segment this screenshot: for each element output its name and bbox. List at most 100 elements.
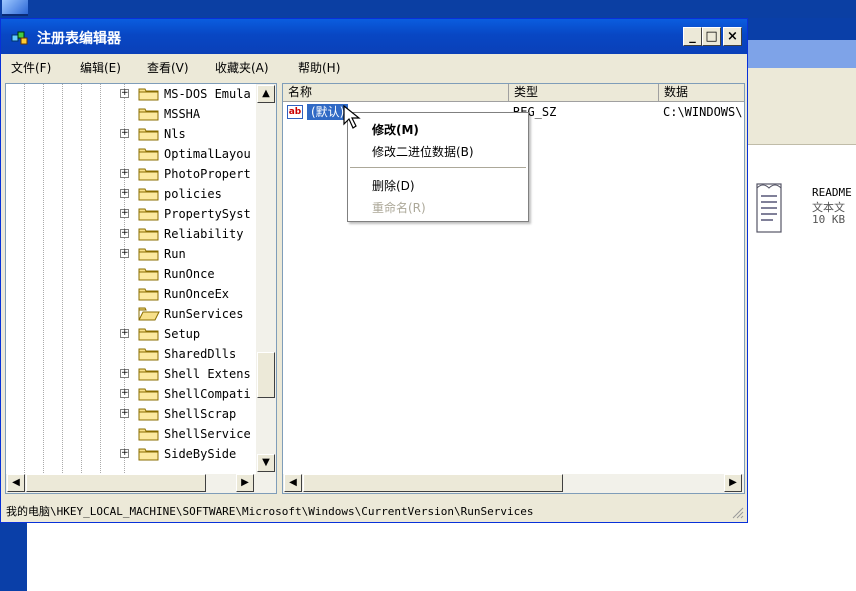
folder-icon [138, 208, 159, 221]
context-menu-delete[interactable]: 删除(D) [372, 177, 415, 194]
tree-item[interactable]: + policies [6, 184, 256, 204]
menu-help[interactable]: 帮助(H) [298, 59, 340, 76]
mouse-cursor-icon [343, 105, 361, 129]
tree-item[interactable]: RunOnce [6, 264, 256, 284]
registry-editor-window: 注册表编辑器 _ □ × 文件(F) 编辑(E) 查看(V) 收藏夹(A) 帮助… [0, 18, 748, 523]
tree-item-label: Setup [164, 327, 201, 341]
tree-vertical-scrollbar[interactable]: ▲ ▼ [256, 84, 276, 474]
expand-icon[interactable]: + [120, 389, 129, 398]
desktop-icon[interactable] [2, 0, 28, 16]
column-header-type[interactable]: 类型 [509, 84, 659, 102]
folder-icon [138, 188, 159, 201]
expand-icon[interactable]: + [120, 249, 129, 258]
close-button[interactable]: × [723, 27, 742, 46]
context-menu-modify-binary[interactable]: 修改二进位数据(B) [372, 143, 474, 160]
folder-icon [138, 448, 159, 461]
open-folder-icon [138, 307, 160, 321]
folder-icon [138, 288, 159, 301]
tree-horizontal-scrollbar[interactable]: ◀ ▶ [6, 474, 276, 493]
tree-item-label: Nls [164, 127, 186, 141]
tree-item[interactable]: + Shell Extens [6, 364, 256, 384]
expand-icon[interactable]: + [120, 369, 129, 378]
background-file-size: 10 KB [812, 213, 846, 226]
menu-favorites[interactable]: 收藏夹(A) [215, 59, 269, 76]
scroll-thumb[interactable] [26, 474, 206, 492]
column-header-name[interactable]: 名称 [283, 84, 509, 102]
scroll-right-button[interactable]: ▶ [236, 474, 254, 492]
expand-icon[interactable]: + [120, 449, 129, 458]
tree-item-label: ShellScrap [164, 407, 237, 421]
context-menu-rename[interactable]: 重命名(R) [372, 199, 426, 216]
tree-item[interactable]: + Setup [6, 324, 256, 344]
tree-item-label: RunServices [164, 307, 244, 321]
background-file-name[interactable]: README [812, 186, 852, 199]
tree-item[interactable]: RunServices [6, 304, 256, 324]
desktop-background [0, 0, 856, 18]
list-horizontal-scrollbar[interactable]: ◀ ▶ [283, 474, 744, 493]
scroll-up-button[interactable]: ▲ [257, 85, 275, 103]
tree-item-label: ShellCompati [164, 387, 251, 401]
tree-item-label: PhotoPropert [164, 167, 251, 181]
menu-file[interactable]: 文件(F) [11, 59, 51, 76]
folder-icon [138, 148, 159, 161]
tree-item[interactable]: SharedDlls [6, 344, 256, 364]
tree-item[interactable]: + Reliability [6, 224, 256, 244]
tree-item-label: SideBySide [164, 447, 237, 461]
tree-item-label: MSSHA [164, 107, 201, 121]
tree-item[interactable]: + ShellCompati [6, 384, 256, 404]
window-title: 注册表编辑器 [37, 31, 121, 47]
tree-item[interactable]: + Run [6, 244, 256, 264]
titlebar[interactable]: 注册表编辑器 _ □ × [1, 19, 747, 54]
tree-item-label: RunOnce [164, 267, 215, 281]
column-header-data[interactable]: 数据 [659, 84, 744, 102]
folder-icon [138, 368, 159, 381]
tree-item[interactable]: + MS-DOS Emula [6, 84, 256, 104]
expand-icon[interactable]: + [120, 329, 129, 338]
scroll-thumb[interactable] [257, 352, 275, 398]
folder-icon [138, 228, 159, 241]
scroll-left-button[interactable]: ◀ [7, 474, 25, 492]
minimize-button[interactable]: _ [683, 27, 702, 46]
menu-edit[interactable]: 编辑(E) [80, 59, 121, 76]
scroll-left-button[interactable]: ◀ [284, 474, 302, 492]
folder-icon [138, 268, 159, 281]
tree-item-label: Run [164, 247, 186, 261]
scroll-down-button[interactable]: ▼ [257, 454, 275, 472]
folder-icon [138, 328, 159, 341]
tree-item-label: SharedDlls [164, 347, 237, 361]
tree-item[interactable]: ShellService [6, 424, 256, 444]
expand-icon[interactable]: + [120, 189, 129, 198]
maximize-button[interactable]: □ [702, 27, 721, 46]
tree-item[interactable]: OptimalLayou [6, 144, 256, 164]
expand-icon[interactable]: + [120, 169, 129, 178]
expand-icon[interactable]: + [120, 209, 129, 218]
expand-icon[interactable]: + [120, 409, 129, 418]
registry-tree-pane[interactable]: + MS-DOS Emula MSSHA + Nls OptimalLayou + Photo… [5, 83, 277, 494]
context-menu-separator [350, 167, 526, 168]
tree-item[interactable]: RunOnceEx [6, 284, 256, 304]
tree-item[interactable]: + PropertySyst [6, 204, 256, 224]
tree-item[interactable]: + SideBySide [6, 444, 256, 464]
expand-icon[interactable]: + [120, 229, 129, 238]
tree-item[interactable]: + PhotoPropert [6, 164, 256, 184]
menu-view[interactable]: 查看(V) [147, 59, 189, 76]
resize-grip-icon[interactable] [732, 507, 744, 519]
tree-item-label: RunOnceEx [164, 287, 230, 301]
tree-item[interactable]: MSSHA [6, 104, 256, 124]
expand-icon[interactable]: + [120, 129, 129, 138]
menu-bar: 文件(F) 编辑(E) 查看(V) 收藏夹(A) 帮助(H) [1, 57, 747, 77]
scroll-right-button[interactable]: ▶ [724, 474, 742, 492]
folder-icon [138, 428, 159, 441]
context-menu-modify[interactable]: 修改(M) [372, 121, 419, 138]
regedit-app-icon [11, 31, 28, 45]
text-file-icon[interactable] [756, 182, 784, 234]
folder-icon [138, 128, 159, 141]
status-path: 我的电脑\HKEY_LOCAL_MACHINE\SOFTWARE\Microso… [6, 505, 534, 518]
tree-item[interactable]: + ShellScrap [6, 404, 256, 424]
status-bar: 我的电脑\HKEY_LOCAL_MACHINE\SOFTWARE\Microso… [1, 498, 747, 522]
tree-item[interactable]: + Nls [6, 124, 256, 144]
expand-icon[interactable]: + [120, 89, 129, 98]
folder-icon [138, 388, 159, 401]
scroll-thumb[interactable] [303, 474, 563, 492]
string-value-icon: ab [287, 105, 303, 119]
